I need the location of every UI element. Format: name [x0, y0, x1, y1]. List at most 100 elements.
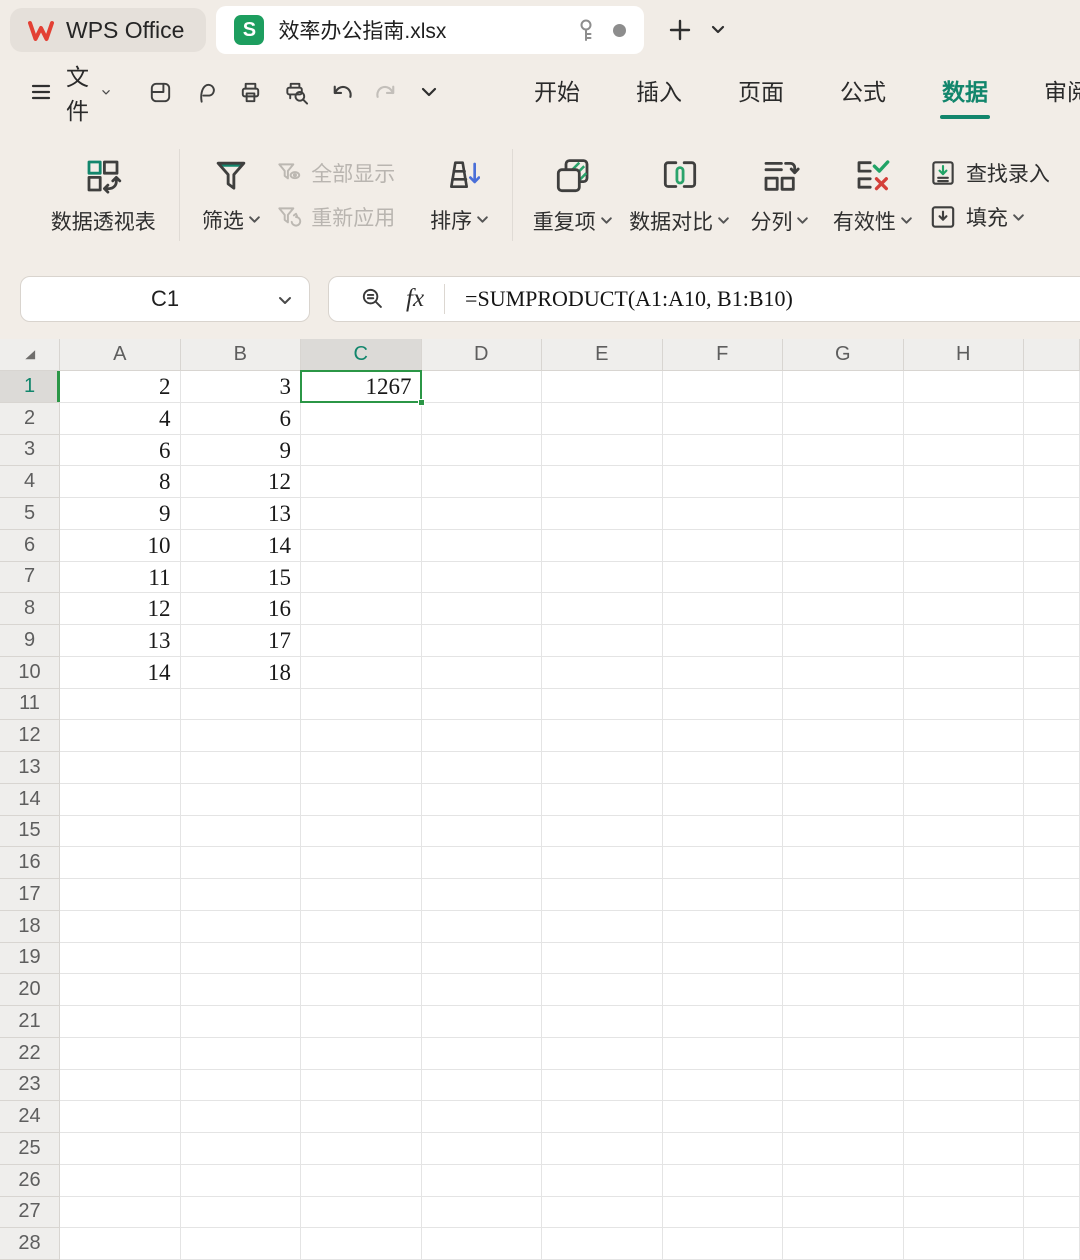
cell-F9[interactable] — [663, 625, 784, 657]
cell-A22[interactable] — [60, 1038, 181, 1070]
cell-D2[interactable] — [422, 403, 543, 435]
cell-D14[interactable] — [422, 784, 543, 816]
row-header-14[interactable]: 14 — [0, 784, 60, 816]
cell-H25[interactable] — [904, 1133, 1025, 1165]
cell-partial-9[interactable] — [1024, 625, 1080, 657]
cell-F12[interactable] — [663, 720, 784, 752]
cell-C20[interactable] — [301, 974, 422, 1006]
cell-D22[interactable] — [422, 1038, 543, 1070]
cell-B15[interactable] — [181, 816, 302, 848]
cell-G25[interactable] — [783, 1133, 904, 1165]
cell-E1[interactable] — [542, 371, 663, 403]
cell-H28[interactable] — [904, 1228, 1025, 1260]
cell-F2[interactable] — [663, 403, 784, 435]
more-commands-chevron-icon[interactable] — [418, 81, 440, 103]
cell-A2[interactable]: 4 — [60, 403, 181, 435]
cell-D20[interactable] — [422, 974, 543, 1006]
cell-A13[interactable] — [60, 752, 181, 784]
wps-office-button[interactable]: WPS Office — [10, 8, 206, 52]
cell-partial-15[interactable] — [1024, 816, 1080, 848]
cell-partial-20[interactable] — [1024, 974, 1080, 1006]
cell-D23[interactable] — [422, 1070, 543, 1102]
cell-B2[interactable]: 6 — [181, 403, 302, 435]
cell-C24[interactable] — [301, 1101, 422, 1133]
cell-E19[interactable] — [542, 943, 663, 975]
cell-partial-27[interactable] — [1024, 1197, 1080, 1229]
cell-B28[interactable] — [181, 1228, 302, 1260]
cell-F10[interactable] — [663, 657, 784, 689]
cell-F17[interactable] — [663, 879, 784, 911]
sort-button[interactable]: 排序 — [420, 135, 500, 255]
cell-partial-12[interactable] — [1024, 720, 1080, 752]
cell-E18[interactable] — [542, 911, 663, 943]
cell-E14[interactable] — [542, 784, 663, 816]
cell-C27[interactable] — [301, 1197, 422, 1229]
cell-partial-21[interactable] — [1024, 1006, 1080, 1038]
cell-C7[interactable] — [301, 562, 422, 594]
cell-F6[interactable] — [663, 530, 784, 562]
cell-F22[interactable] — [663, 1038, 784, 1070]
export-pdf-icon[interactable] — [192, 79, 219, 106]
cell-H9[interactable] — [904, 625, 1025, 657]
row-header-10[interactable]: 10 — [0, 657, 60, 689]
fill-button[interactable]: 填充 — [928, 202, 1076, 232]
cell-H21[interactable] — [904, 1006, 1025, 1038]
cell-B4[interactable]: 12 — [181, 466, 302, 498]
cell-partial-8[interactable] — [1024, 593, 1080, 625]
cell-A24[interactable] — [60, 1101, 181, 1133]
insert-function-fx-icon[interactable]: fx — [406, 285, 424, 313]
row-header-13[interactable]: 13 — [0, 752, 60, 784]
cell-B26[interactable] — [181, 1165, 302, 1197]
cell-A16[interactable] — [60, 847, 181, 879]
cell-E7[interactable] — [542, 562, 663, 594]
cell-G16[interactable] — [783, 847, 904, 879]
fill-handle[interactable] — [418, 399, 425, 406]
cell-B10[interactable]: 18 — [181, 657, 302, 689]
text-to-columns-button[interactable]: 分列 — [738, 135, 821, 255]
cell-F24[interactable] — [663, 1101, 784, 1133]
validation-button[interactable]: 有效性 — [822, 135, 924, 255]
cell-E23[interactable] — [542, 1070, 663, 1102]
cell-F11[interactable] — [663, 689, 784, 721]
formula-input[interactable]: fx =SUMPRODUCT(A1:A10, B1:B10) — [328, 276, 1080, 322]
cell-C10[interactable] — [301, 657, 422, 689]
cell-D4[interactable] — [422, 466, 543, 498]
cell-H4[interactable] — [904, 466, 1025, 498]
name-box[interactable]: C1 — [20, 276, 310, 322]
print-preview-icon[interactable] — [282, 79, 310, 106]
cell-partial-1[interactable] — [1024, 371, 1080, 403]
cell-C25[interactable] — [301, 1133, 422, 1165]
cell-D28[interactable] — [422, 1228, 543, 1260]
cell-D25[interactable] — [422, 1133, 543, 1165]
cell-E6[interactable] — [542, 530, 663, 562]
row-header-7[interactable]: 7 — [0, 562, 60, 594]
cell-B12[interactable] — [181, 720, 302, 752]
cell-F1[interactable] — [663, 371, 784, 403]
cell-G8[interactable] — [783, 593, 904, 625]
row-header-15[interactable]: 15 — [0, 816, 60, 848]
cell-E22[interactable] — [542, 1038, 663, 1070]
cell-F28[interactable] — [663, 1228, 784, 1260]
new-tab-plus-icon[interactable] — [666, 16, 694, 44]
cell-partial-4[interactable] — [1024, 466, 1080, 498]
cell-G24[interactable] — [783, 1101, 904, 1133]
ribbon-tab-2[interactable]: 插入 — [636, 73, 682, 111]
cell-B1[interactable]: 3 — [181, 371, 302, 403]
row-header-27[interactable]: 27 — [0, 1197, 60, 1229]
cell-G26[interactable] — [783, 1165, 904, 1197]
cell-C22[interactable] — [301, 1038, 422, 1070]
row-header-22[interactable]: 22 — [0, 1038, 60, 1070]
cell-C5[interactable] — [301, 498, 422, 530]
cell-G3[interactable] — [783, 435, 904, 467]
cell-D1[interactable] — [422, 371, 543, 403]
cell-E9[interactable] — [542, 625, 663, 657]
row-header-23[interactable]: 23 — [0, 1070, 60, 1102]
cell-F18[interactable] — [663, 911, 784, 943]
cell-H24[interactable] — [904, 1101, 1025, 1133]
cell-C15[interactable] — [301, 816, 422, 848]
cell-B13[interactable] — [181, 752, 302, 784]
cell-G19[interactable] — [783, 943, 904, 975]
cell-H11[interactable] — [904, 689, 1025, 721]
cell-H2[interactable] — [904, 403, 1025, 435]
cell-E11[interactable] — [542, 689, 663, 721]
